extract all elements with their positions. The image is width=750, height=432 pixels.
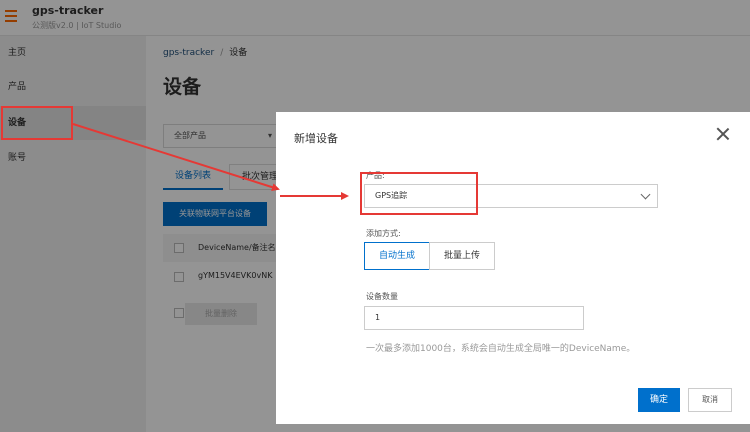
quantity-input[interactable]: 1	[364, 306, 584, 330]
help-text: 一次最多添加1000台，系统会自动生成全局唯一的DeviceName。	[366, 344, 636, 354]
quantity-label: 设备数量	[366, 292, 398, 301]
highlight-box-devices	[1, 106, 73, 140]
dialog-title: 新增设备	[294, 132, 338, 145]
add-mode-label: 添加方式:	[366, 229, 401, 238]
confirm-button[interactable]: 确定	[638, 388, 680, 412]
close-icon[interactable]	[713, 124, 733, 144]
chevron-down-icon	[640, 189, 651, 200]
add-device-dialog: 新增设备 产品: GPS追踪 添加方式: 自动生成 批量上传 设备数量 1 一次…	[276, 112, 750, 424]
batch-upload-button[interactable]: 批量上传	[429, 242, 495, 270]
highlight-box-product	[360, 172, 478, 215]
cancel-button[interactable]: 取消	[688, 388, 732, 412]
auto-generate-button[interactable]: 自动生成	[364, 242, 430, 270]
